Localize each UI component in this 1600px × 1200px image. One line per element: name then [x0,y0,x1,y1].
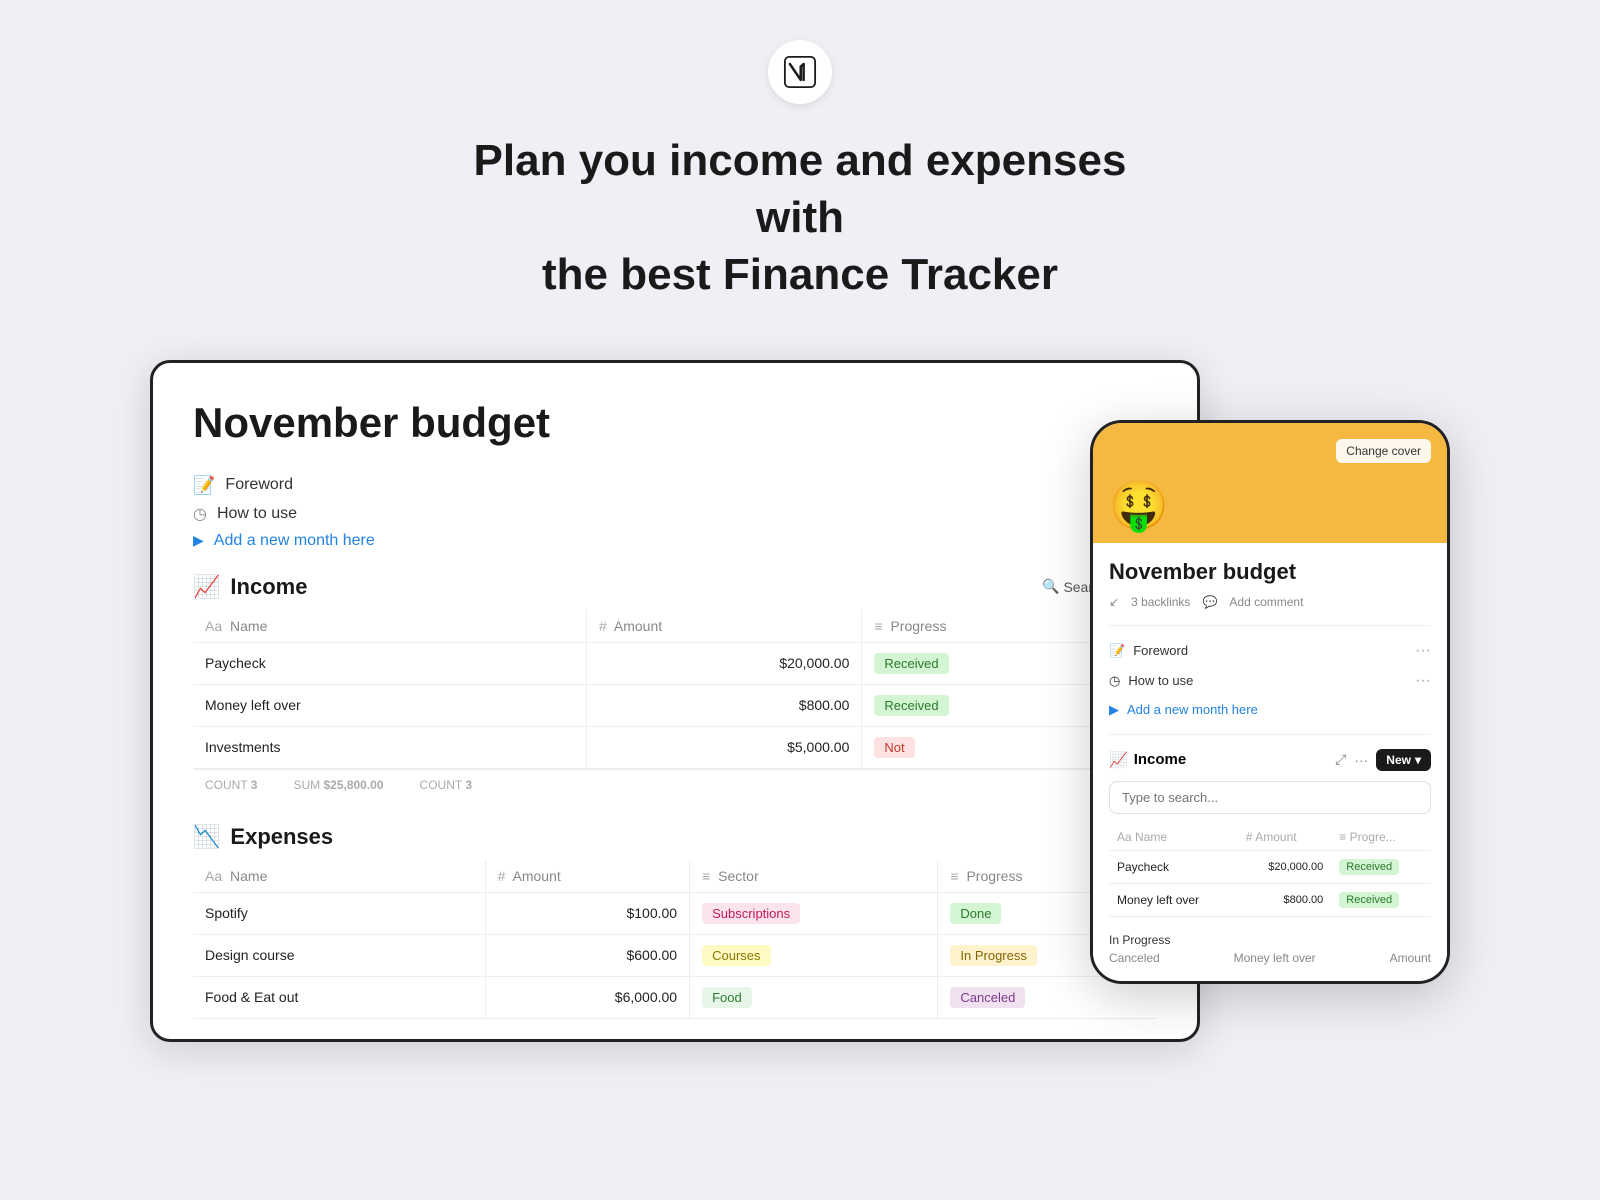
expenses-row-2-amount: $600.00 [485,934,689,976]
mobile-backlinks: ↙ 3 backlinks 💬 Add comment [1109,595,1431,609]
expenses-section-title: 📉 Expenses [193,824,333,850]
income-col-name: Aa Name [193,610,586,643]
income-row-3-name: Investments [193,726,586,768]
income-row-2-name: Money left over [193,684,586,726]
foreword-icon: 📝 [193,475,215,496]
mobile-row-1-progress: Received [1331,850,1431,883]
income-row-3-amount: $5,000.00 [586,726,861,768]
clock-icon: ◷ [1109,673,1120,689]
expenses-row-3-amount: $6,000.00 [485,976,689,1018]
mobile-nav-foreword: 📝 Foreword ··· [1109,636,1431,666]
income-row-2-amount: $800.00 [586,684,861,726]
more-dots-icon[interactable]: ··· [1415,642,1431,660]
change-cover-button[interactable]: Change cover [1336,439,1431,463]
mobile-col-progress: ≡ Progre... [1331,824,1431,851]
nav-item-addmonth[interactable]: ▶ Add a new month here [193,532,1157,550]
income-table: Aa Name # Amount ≡ Progress Paycheck $20… [193,610,1157,769]
table-row: Money left over $800.00 Received [1109,883,1431,916]
expenses-col-sector: ≡ Sector [690,860,938,893]
mobile-content: November budget ↙ 3 backlinks 💬 Add comm… [1093,543,1447,981]
arrow-icon: ▶ [193,532,204,549]
hero-title: Plan you income and expenses with the be… [450,132,1150,304]
mobile-nav-howtouse: ◷ How to use ··· [1109,666,1431,696]
clock-icon: ◷ [193,504,207,524]
table-row: Food & Eat out $6,000.00 Food Canceled [193,976,1157,1018]
income-row-1-name: Paycheck [193,642,586,684]
nav-item-foreword: 📝 Foreword [193,475,1157,496]
expenses-row-1-amount: $100.00 [485,892,689,934]
mobile-row-1-name: Paycheck [1109,850,1238,883]
mobile-nav-addmonth[interactable]: ▶ Add a new month here [1109,696,1431,724]
screenshots-container: November budget 📝 Foreword ◷ How to use … [150,360,1450,1120]
expenses-row-1-sector: Subscriptions [690,892,938,934]
expenses-row-2-name: Design course [193,934,485,976]
backlinks-icon: ↙ [1109,595,1119,609]
expenses-row-2-sector: Courses [690,934,938,976]
expenses-icon: 📉 [193,824,220,850]
table-row: Investments $5,000.00 Not [193,726,1157,768]
income-table-footer: COUNT 3 SUM $25,800.00 COUNT 3 [193,769,1157,800]
income-section-title: 📈 Income [193,574,307,600]
income-icon: 📈 [193,574,220,600]
income-section-header: 📈 Income 🔍 Search ⤢ ··· [193,574,1157,600]
table-row: Design course $600.00 Courses In Progres… [193,934,1157,976]
expenses-section-header: 📉 Expenses [193,824,1157,850]
addmonth-label: Add a new month here [214,532,375,550]
more-icon[interactable]: ··· [1354,752,1368,768]
expenses-col-amount: # Amount [485,860,689,893]
income-icon: 📈 [1109,751,1128,769]
expand-icon[interactable]: ⤢ [1335,751,1346,768]
mobile-col-amount: # Amount [1238,824,1331,851]
table-row: Paycheck $20,000.00 Received [193,642,1157,684]
mobile-mock: Change cover 🤑 November budget ↙ 3 backl… [1090,420,1450,984]
cover-emoji: 🤑 [1109,483,1169,531]
new-button[interactable]: New ▾ [1376,749,1431,771]
nav-item-howtouse: ◷ How to use [193,504,1157,524]
table-row: Paycheck $20,000.00 Received [1109,850,1431,883]
foreword-label: Foreword [225,476,293,494]
desktop-mock: November budget 📝 Foreword ◷ How to use … [150,360,1200,1042]
hero-section: Plan you income and expenses with the be… [450,132,1150,304]
table-row: Spotify $100.00 Subscriptions Done [193,892,1157,934]
in-progress-label: In Progress [1109,933,1170,947]
mobile-page-title: November budget [1109,559,1431,585]
desktop-page-title: November budget [193,399,1157,447]
expenses-row-1-name: Spotify [193,892,485,934]
logo-area [768,40,832,104]
expenses-table: Aa Name # Amount ≡ Sector ≡ Progress [193,860,1157,1019]
add-comment-label: Add comment [1229,595,1303,609]
income-row-1-amount: $20,000.00 [586,642,861,684]
canceled-label: Canceled [1109,951,1160,965]
mobile-col-name: Aa Name [1109,824,1238,851]
chevron-down-icon: ▾ [1415,753,1421,767]
mobile-row-2-amount: $800.00 [1238,883,1331,916]
mobile-income-table: Aa Name # Amount ≡ Progre... Paycheck $2… [1109,824,1431,917]
search-icon: 🔍 [1042,578,1059,595]
arrow-icon: ▶ [1109,702,1119,718]
mobile-income-header: 📈 Income ⤢ ··· New ▾ [1109,749,1431,771]
mobile-search-input[interactable] [1109,781,1431,814]
more-dots-icon[interactable]: ··· [1415,672,1431,690]
expenses-row-3-name: Food & Eat out [193,976,485,1018]
expenses-row-3-sector: Food [690,976,938,1018]
comment-icon: 💬 [1202,595,1217,609]
howtouse-label: How to use [217,505,297,523]
amount-label: Amount [1390,951,1431,965]
mobile-row-1-amount: $20,000.00 [1238,850,1331,883]
notion-logo [768,40,832,104]
mobile-income-actions: ⤢ ··· New ▾ [1335,749,1431,771]
income-col-amount: # Amount [586,610,861,643]
mobile-cover: Change cover 🤑 [1093,423,1447,543]
table-row: Money left over $800.00 Received [193,684,1157,726]
foreword-icon: 📝 [1109,643,1125,659]
backlinks-label: 3 backlinks [1131,595,1190,609]
mobile-row-2-name: Money left over [1109,883,1238,916]
expenses-col-name: Aa Name [193,860,485,893]
mobile-row-2-progress: Received [1331,883,1431,916]
money-left-label: Money left over [1234,951,1316,965]
